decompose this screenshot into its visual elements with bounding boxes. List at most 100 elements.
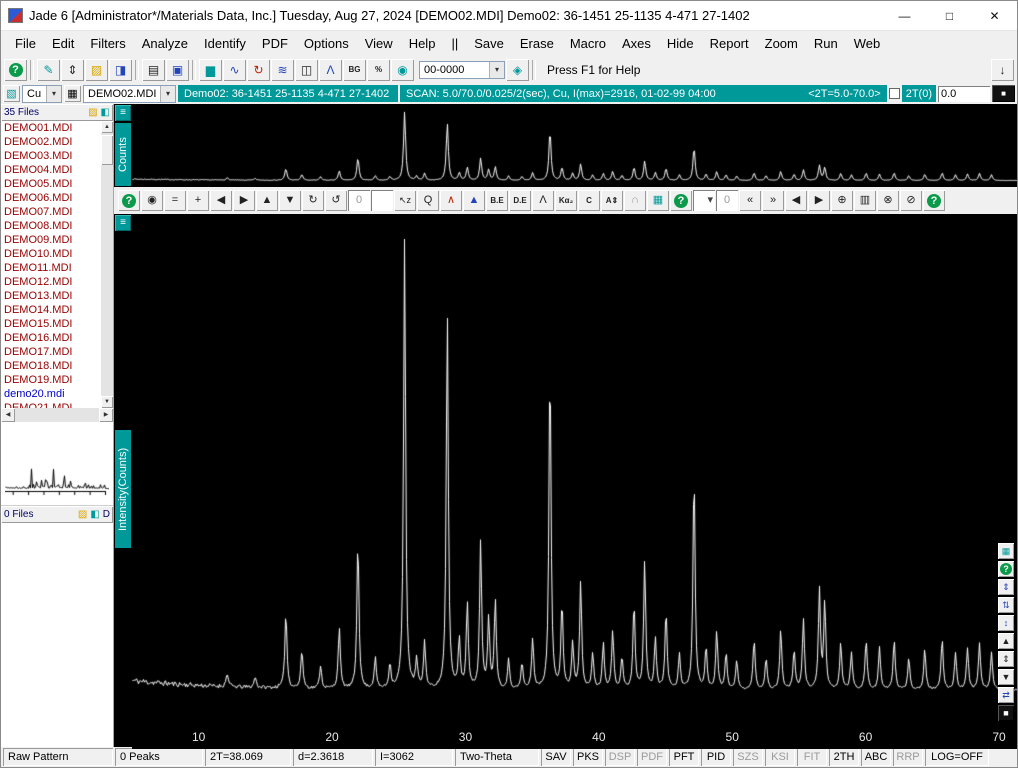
menu-item[interactable]: Options [296,33,357,54]
menu-item[interactable]: Web [846,33,889,54]
strip-chart-canvas[interactable] [132,104,1017,187]
nudge-down-icon[interactable]: ▼ [279,190,301,211]
file-list-item[interactable]: DEMO13.MDI [1,289,101,303]
status-cell[interactable]: SAV [541,748,571,766]
fullscreen-icon[interactable]: ■ [998,705,1014,721]
clear-icon[interactable]: ⊗ [877,190,899,211]
file-list-item[interactable]: DEMO04.MDI [1,163,101,177]
separator[interactable] [30,59,34,80]
strip-menu-button[interactable]: ≡ [115,105,131,121]
background-icon[interactable]: BG [343,58,366,81]
refresh-chart-icon[interactable]: ↻ [247,58,270,81]
waterfall-icon[interactable]: ≋ [271,58,294,81]
file-list-item[interactable]: DEMO03.MDI [1,149,101,163]
print-icon[interactable]: ▤ [142,58,165,81]
menu-item[interactable]: Analyze [134,33,196,54]
file-list-item[interactable]: DEMO01.MDI [1,121,101,135]
anode-select[interactable]: Cu ▾ [22,84,62,103]
overlay-select[interactable]: ▾ [693,190,715,211]
menu-item[interactable]: File [7,33,44,54]
columns-icon[interactable]: ▥ [854,190,876,211]
counter-box[interactable]: 0 [348,190,370,211]
menu-item[interactable]: || [443,33,466,54]
page-right-icon[interactable]: » [762,190,784,211]
target-icon[interactable]: ◉ [141,190,163,211]
status-cell[interactable]: KSI [765,748,795,766]
scroll-up-icon[interactable]: ▲ [101,121,113,133]
file-list-item[interactable]: DEMO11.MDI [1,261,101,275]
equalize-icon[interactable]: = [164,190,186,211]
menu-item[interactable]: Erase [512,33,562,54]
scroll-up-icon[interactable]: ▲ [998,633,1014,649]
amplify-icon[interactable]: A⇕ [601,190,623,211]
cursor-z-icon[interactable]: ↖z [394,190,416,211]
scroll-left-icon[interactable]: ◀ [1,408,15,422]
status-cell[interactable]: I=3062 [375,748,453,766]
reset-icon[interactable]: ⊘ [900,190,922,211]
status-cell[interactable]: d=2.3618 [293,748,373,766]
peaks-icon[interactable]: Λ [532,190,554,211]
swap-vertical-icon[interactable]: ⇅ [998,597,1014,613]
file-list-hscrollbar[interactable]: ◀ ▶ [1,408,113,422]
overlay-window-button[interactable]: ▧ [3,85,20,102]
edit-pattern-icon[interactable]: ✎ [37,58,60,81]
help-icon[interactable]: ? [998,561,1014,577]
zoom-in-icon[interactable]: ⊕ [831,190,853,211]
nudge-up-icon[interactable]: ▲ [256,190,278,211]
help-icon[interactable]: ? [4,58,27,81]
nudge-left-icon[interactable]: ◀ [210,190,232,211]
mini-chart-icon[interactable]: ▦ [998,543,1014,559]
file-list-item[interactable]: DEMO17.MDI [1,345,101,359]
main-chart-canvas[interactable] [132,214,1017,749]
status-cell[interactable]: Raw Pattern [3,748,113,766]
file-select[interactable]: DEMO02.MDI ▾ [83,84,176,103]
minimize-button[interactable]: — [882,1,927,30]
status-cell[interactable]: ABC [861,748,891,766]
status-cell[interactable]: RRP [893,748,923,766]
file-list-item[interactable]: demo20.mdi [1,387,101,401]
export-icon[interactable]: ◨ [109,58,132,81]
separator[interactable] [135,59,139,80]
background-edit-icon[interactable]: B.E [486,190,508,211]
help-icon[interactable]: ? [923,190,945,211]
close-button[interactable]: ✕ [972,1,1017,30]
menu-item[interactable]: Macro [562,33,614,54]
pan-left-icon[interactable]: ◀ [785,190,807,211]
tile-windows-icon[interactable]: ◫ [295,58,318,81]
status-cell[interactable]: SZS [733,748,763,766]
file-list-item[interactable]: DEMO07.MDI [1,205,101,219]
grid-icon[interactable]: ▦ [647,190,669,211]
pan-right-icon[interactable]: ▶ [808,190,830,211]
file-list-item[interactable]: DEMO19.MDI [1,373,101,387]
scrollbar-thumb[interactable] [101,135,113,165]
file-list-item[interactable]: DEMO21.MDI [1,401,101,408]
file-list-item[interactable]: DEMO09.MDI [1,233,101,247]
offset-value-input[interactable]: 0.0 [938,85,990,102]
status-cell[interactable]: PDF [637,748,667,766]
rotate-icon[interactable]: ↻ [302,190,324,211]
status-cell[interactable]: LOG=OFF [925,748,989,766]
overlay-peaks-icon[interactable]: ∧ [440,190,462,211]
file-list-item[interactable]: DEMO08.MDI [1,219,101,233]
file-list-item[interactable]: DEMO05.MDI [1,177,101,191]
secondary-file-header[interactable]: 0 Files ▨ ◧ D [1,506,113,523]
sort-files-icon[interactable]: ⇕ [61,58,84,81]
fit-height-icon[interactable]: ↕ [998,615,1014,631]
full-range-icon[interactable]: ⇕ [998,651,1014,667]
menu-item[interactable]: Hide [659,33,702,54]
status-cell[interactable]: 2T=38.069 [205,748,291,766]
peaks-icon[interactable]: Λ [319,58,342,81]
file-list-scrollbar[interactable]: ▲ ▼ [101,121,113,408]
thumbnail-canvas[interactable] [5,426,109,501]
nudge-right-icon[interactable]: ▶ [233,190,255,211]
save-icon[interactable]: ▣ [166,58,189,81]
pattern-table-button[interactable]: ▦ [64,85,81,102]
display-mode-button[interactable]: ■ [992,85,1015,102]
menu-item[interactable]: Edit [44,33,82,54]
fill-peaks-icon[interactable]: ▲ [463,190,485,211]
retrieve-pdf-button[interactable]: ◈ [506,58,529,81]
status-cell[interactable]: DSP [605,748,635,766]
file-list-item[interactable]: DEMO15.MDI [1,317,101,331]
strip-ka2-icon[interactable]: % [367,58,390,81]
counter-box[interactable]: 0 [716,190,738,211]
